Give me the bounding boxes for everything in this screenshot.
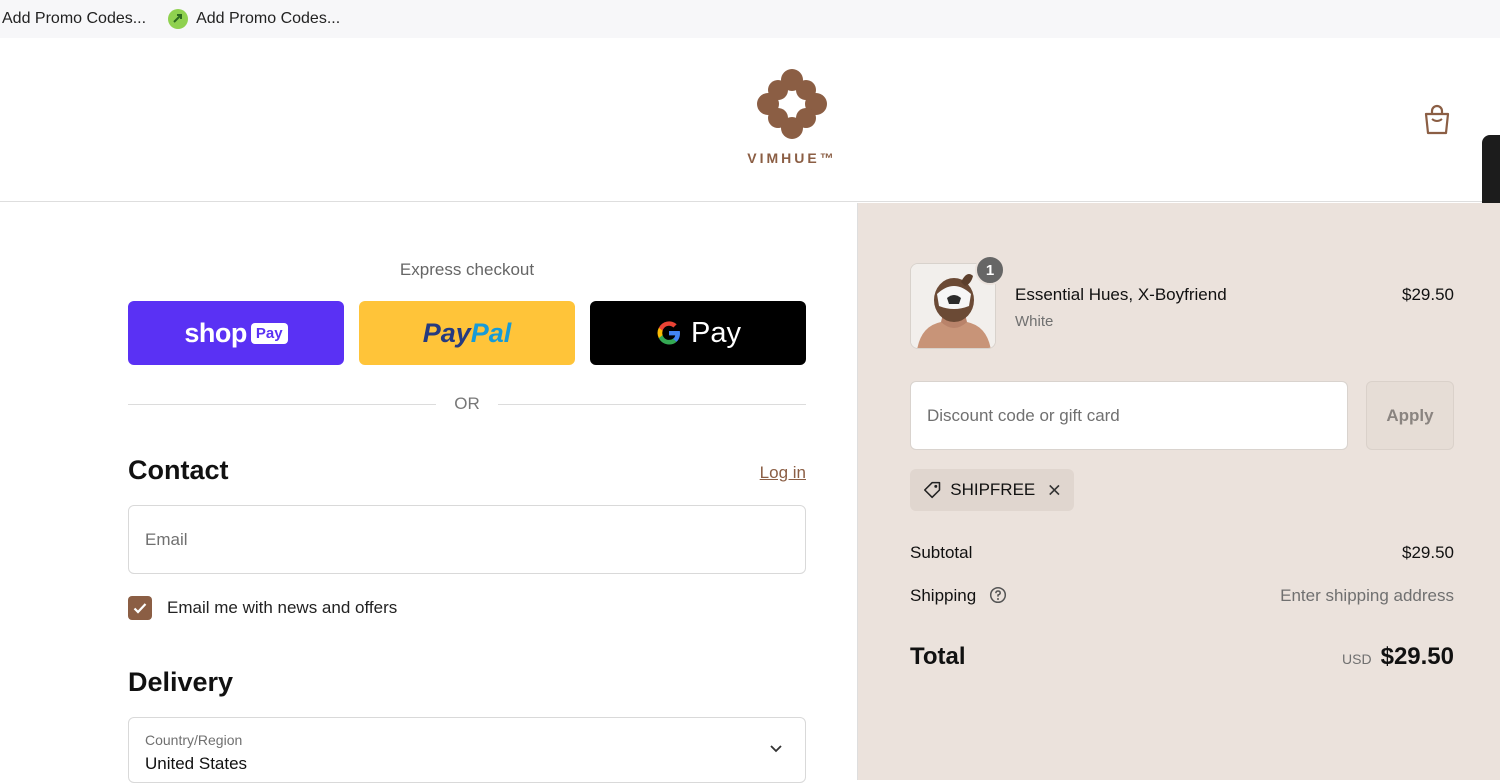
contact-heading: Contact <box>128 455 229 485</box>
bookmark-label: Add Promo Codes... <box>196 10 341 27</box>
newsletter-option[interactable]: Email me with news and offers <box>128 595 397 621</box>
login-link[interactable]: Log in <box>700 463 806 483</box>
store-header: VIMHUE™ <box>0 38 1500 202</box>
bookmark-item[interactable]: Add Promo Codes... <box>0 6 150 32</box>
country-label: Country/Region <box>145 732 243 748</box>
country-value: United States <box>145 754 248 773</box>
or-label: OR <box>454 394 480 413</box>
country-select[interactable]: Country/Region United States <box>128 717 806 783</box>
bookmark-item[interactable]: Add Promo Codes... <box>164 6 344 32</box>
bookmark-label: Add Promo Codes... <box>2 10 147 27</box>
newsletter-checkbox[interactable] <box>128 596 152 620</box>
shipping-value: Enter shipping address <box>1280 586 1454 605</box>
newsletter-label: Email me with news and offers <box>167 598 398 617</box>
product-name: Essential Hues, X-Boyfriend <box>1015 285 1227 304</box>
quantity-badge: 1 <box>975 255 1005 285</box>
shipping-row: Shipping Enter shipping address <box>910 586 1454 606</box>
applied-discount-tag: SHIPFREE <box>910 469 1074 511</box>
shop-pay-pill: Pay <box>250 322 288 344</box>
email-field[interactable] <box>128 505 806 574</box>
brand-flower-icon <box>757 69 827 139</box>
shipping-label: Shipping <box>910 586 977 605</box>
google-g-icon <box>657 321 680 345</box>
product-price: $29.50 <box>1402 285 1454 304</box>
email-input[interactable] <box>129 506 805 573</box>
or-divider: OR <box>128 393 806 415</box>
paypal-button[interactable]: PayPal <box>359 301 575 365</box>
subtotal-row: Subtotal $29.50 <box>910 543 1454 563</box>
google-pay-word: Pay <box>691 316 741 349</box>
product-variant: White <box>1015 313 1054 330</box>
currency-code: USD <box>1342 651 1372 667</box>
order-summary: 1 Essential Hues, X-Boyfriend White $29.… <box>857 203 1500 780</box>
checkout-form: Express checkout shop Pay PayPal Pay OR … <box>0 203 857 783</box>
brand-name: VIMHUE™ <box>747 150 837 166</box>
shop-pay-word: shop <box>184 317 247 348</box>
google-pay-button[interactable]: Pay <box>590 301 806 365</box>
discount-input[interactable] <box>911 382 1347 449</box>
delivery-heading: Delivery <box>128 667 234 697</box>
subtotal-value: $29.50 <box>1402 543 1454 562</box>
promo-extension-icon <box>168 9 189 29</box>
discount-code: SHIPFREE <box>950 480 1036 499</box>
close-icon[interactable] <box>1047 482 1062 498</box>
discount-field[interactable] <box>910 381 1348 450</box>
side-panel-tab[interactable] <box>1482 135 1500 211</box>
checkmark-icon <box>133 603 147 614</box>
paypal-logo: PayPal <box>422 317 512 348</box>
chevron-down-icon <box>770 745 782 753</box>
apply-button[interactable]: Apply <box>1366 381 1454 450</box>
shop-pay-button[interactable]: shop Pay <box>128 301 344 365</box>
shopping-bag-icon[interactable] <box>1422 102 1452 136</box>
total-row: Total USD $29.50 <box>910 643 1454 671</box>
tag-icon <box>923 481 941 499</box>
total-value: $29.50 <box>1380 643 1454 670</box>
total-label: Total <box>910 643 966 670</box>
help-icon[interactable] <box>989 586 1007 604</box>
express-checkout-title: Express checkout <box>399 260 535 279</box>
bookmarks-bar: Add Promo Codes... Add Promo Codes... <box>0 0 1500 38</box>
subtotal-label: Subtotal <box>910 543 973 562</box>
store-logo[interactable]: VIMHUE™ <box>742 68 842 166</box>
